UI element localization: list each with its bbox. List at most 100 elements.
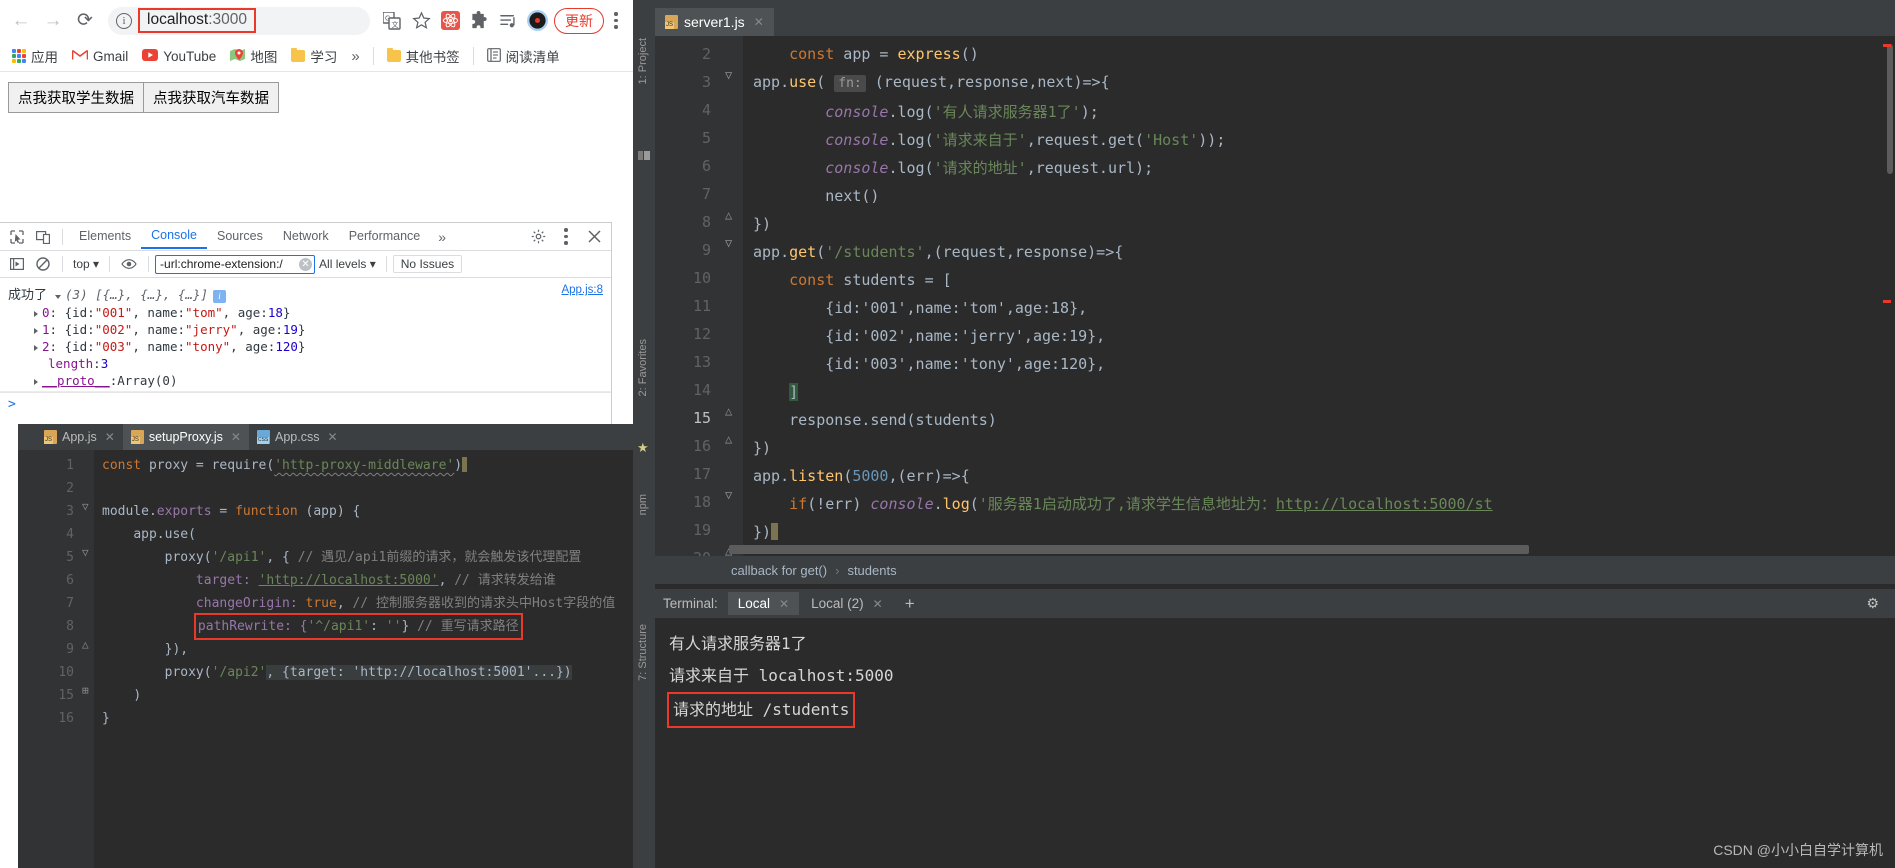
- expand-triangle-icon[interactable]: [34, 328, 38, 334]
- playlist-icon[interactable]: [494, 7, 522, 35]
- console-prompt[interactable]: >: [0, 392, 611, 416]
- execute-icon[interactable]: [4, 252, 30, 276]
- expand-triangle-icon[interactable]: [34, 379, 38, 385]
- tab-elements[interactable]: Elements: [69, 225, 141, 248]
- editor-tab-setupproxyjs[interactable]: setupProxy.js ✕: [122, 424, 249, 450]
- tool-button-project[interactable]: 1: Project: [637, 34, 649, 88]
- bookmark-maps[interactable]: 地图: [224, 43, 283, 69]
- clear-console-icon[interactable]: [30, 252, 56, 276]
- fold-icon[interactable]: ▽: [725, 488, 732, 502]
- close-icon[interactable]: ✕: [231, 430, 241, 444]
- address-bar[interactable]: i localhost:3000: [108, 6, 370, 35]
- expand-triangle-icon[interactable]: [34, 311, 38, 317]
- get-student-data-button[interactable]: 点我获取学生数据: [8, 82, 144, 113]
- console-source-link[interactable]: App.js:8: [561, 284, 603, 296]
- breadcrumb-item[interactable]: callback for get(): [731, 563, 827, 578]
- close-icon[interactable]: ✕: [779, 597, 789, 611]
- fold-icon[interactable]: ⊞: [82, 684, 89, 697]
- issues-button[interactable]: No Issues: [392, 255, 463, 273]
- reading-list-button[interactable]: 阅读清单: [481, 43, 566, 69]
- gear-icon[interactable]: ⚙: [1866, 595, 1887, 612]
- kebab-menu-icon[interactable]: [605, 12, 627, 29]
- update-button[interactable]: 更新: [554, 7, 604, 34]
- console-array-item[interactable]: 0: {id: "001", name: "tom", age: 18}: [0, 304, 611, 321]
- log-level-select[interactable]: All levels ▾: [315, 255, 380, 273]
- react-icon[interactable]: [436, 7, 464, 35]
- editor-code-content[interactable]: const proxy = require('http-proxy-middle…: [94, 450, 633, 868]
- expand-triangle-icon[interactable]: [34, 345, 38, 351]
- bookmark-apps[interactable]: 应用: [6, 43, 64, 69]
- bookmark-study-folder[interactable]: 学习: [285, 43, 343, 69]
- code-url-link[interactable]: http://localhost:5000/st: [1276, 495, 1493, 513]
- editor-tab-server1js[interactable]: server1.js ✕: [655, 8, 774, 36]
- address-bar-url-highlighted[interactable]: localhost:3000: [138, 8, 256, 33]
- editor-horizontal-scrollbar[interactable]: [729, 545, 1529, 554]
- terminal-tab-local2[interactable]: Local (2) ✕: [801, 592, 893, 615]
- fold-icon[interactable]: ▽: [725, 68, 732, 82]
- tab-performance[interactable]: Performance: [339, 225, 431, 248]
- console-message[interactable]: 成功了 (3) [{…}, {…}, {…}] i App.js:8: [0, 283, 611, 304]
- forward-button[interactable]: →: [38, 6, 68, 36]
- back-button[interactable]: ←: [6, 6, 36, 36]
- bookmark-gmail[interactable]: Gmail: [66, 46, 134, 67]
- close-icon[interactable]: ✕: [105, 430, 115, 444]
- info-icon[interactable]: i: [213, 290, 227, 303]
- tab-console[interactable]: Console: [141, 224, 207, 249]
- code-editor-server1[interactable]: 2 3 4 5 6 7 8 9 10 11 12 13 14 15 16 17 …: [655, 36, 1895, 568]
- close-icon[interactable]: [581, 225, 607, 249]
- fold-icon[interactable]: ▽: [82, 546, 89, 559]
- close-icon[interactable]: ✕: [754, 15, 764, 29]
- fold-icon[interactable]: △: [725, 404, 732, 418]
- breadcrumb-item[interactable]: students: [847, 563, 896, 578]
- clear-icon[interactable]: ✕: [299, 257, 313, 271]
- close-icon[interactable]: ✕: [873, 597, 883, 611]
- expand-triangle-icon[interactable]: [55, 295, 62, 299]
- gear-icon[interactable]: [525, 225, 551, 249]
- bookmark-youtube[interactable]: YouTube: [136, 46, 222, 67]
- fold-icon[interactable]: △: [82, 638, 89, 651]
- execution-context-select[interactable]: top ▾: [69, 255, 103, 273]
- tab-sources[interactable]: Sources: [207, 225, 273, 248]
- fold-icon[interactable]: ▽: [82, 500, 89, 513]
- puzzle-icon[interactable]: [465, 7, 493, 35]
- fold-icon[interactable]: △: [725, 432, 732, 446]
- terminal-output[interactable]: 有人请求服务器1了 请求来自于 localhost:5000 请求的地址 /st…: [655, 618, 1895, 868]
- editor-tab-label: App.css: [274, 430, 320, 444]
- tool-button-structure[interactable]: 7: Structure: [637, 620, 649, 685]
- console-filter-input[interactable]: -url:chrome-extension:/ ✕: [155, 254, 316, 274]
- console-array-item[interactable]: 1: {id: "002", name: "jerry", age: 19}: [0, 321, 611, 338]
- console-output[interactable]: 成功了 (3) [{…}, {…}, {…}] i App.js:8 0: {i…: [0, 278, 611, 416]
- bookmarks-overflow-button[interactable]: »: [345, 45, 365, 68]
- editor-fold-gutter[interactable]: ▽ ▽ △ ⊞: [80, 450, 94, 868]
- more-tabs-icon[interactable]: »: [430, 229, 454, 245]
- code-url-link[interactable]: 'http://localhost:5000': [259, 573, 439, 588]
- device-toolbar-icon[interactable]: [30, 225, 56, 249]
- proto-key[interactable]: __proto__: [42, 373, 110, 388]
- fold-icon[interactable]: △: [725, 208, 732, 222]
- site-info-icon[interactable]: i: [116, 12, 132, 29]
- plus-icon[interactable]: +: [895, 594, 925, 614]
- close-icon[interactable]: ✕: [327, 430, 337, 444]
- bookmark-other-bookmarks[interactable]: 其他书签: [381, 43, 466, 69]
- code-token: ,(request,response)=>{: [924, 243, 1124, 261]
- editor-fold-gutter[interactable]: ▽ ▽ △ △ △ ▽ △: [721, 36, 743, 568]
- translate-icon[interactable]: G文: [378, 7, 406, 35]
- editor-tab-appjs[interactable]: App.js ✕: [36, 424, 123, 450]
- tool-button-npm[interactable]: npm: [637, 490, 649, 519]
- editor-code-content[interactable]: const app = express() app.use( fn: (reque…: [743, 36, 1895, 568]
- kebab-menu-icon[interactable]: [553, 225, 579, 249]
- editor-tab-appcss[interactable]: App.css ✕: [249, 424, 346, 450]
- console-array-item[interactable]: 2: {id: "003", name: "tony", age: 120}: [0, 338, 611, 355]
- tab-network[interactable]: Network: [273, 225, 339, 248]
- highlighted-code-region: pathRewrite: {'^/api1': ''} // 重写请求路径: [193, 613, 523, 640]
- fold-icon[interactable]: ▽: [725, 236, 732, 250]
- eye-icon[interactable]: [116, 252, 142, 276]
- terminal-tab-local[interactable]: Local ✕: [727, 592, 800, 615]
- inspect-element-icon[interactable]: [4, 225, 30, 249]
- tool-button-favorites[interactable]: 2: Favorites: [637, 335, 649, 400]
- console-proto-row[interactable]: __proto__: Array(0): [0, 372, 611, 389]
- avatar-icon[interactable]: [523, 7, 551, 35]
- star-icon[interactable]: [407, 7, 435, 35]
- reload-button[interactable]: ⟳: [70, 6, 100, 36]
- get-car-data-button[interactable]: 点我获取汽车数据: [143, 82, 279, 113]
